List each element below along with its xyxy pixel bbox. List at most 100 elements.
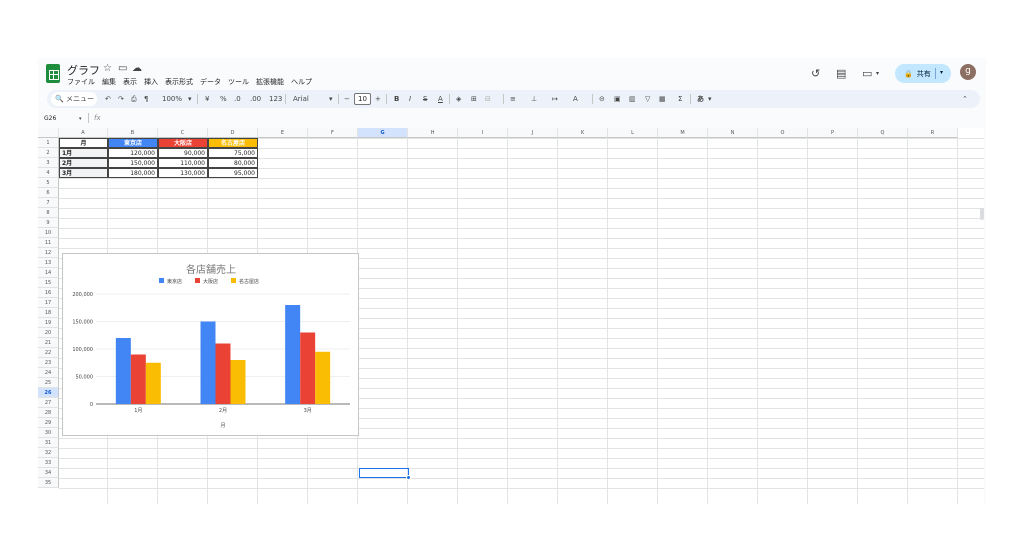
menu-item-3[interactable]: 挿入 [144, 77, 158, 87]
insert-comment-icon[interactable]: ▣ [614, 94, 621, 104]
row-header-35[interactable]: 35 [38, 478, 59, 488]
insert-chart-icon[interactable]: ▥ [629, 94, 636, 104]
print-icon[interactable]: ⎙ [131, 94, 137, 104]
table-value-cell[interactable]: 95,000 [208, 168, 258, 178]
row-header-1[interactable]: 1 [38, 138, 59, 148]
column-header-c[interactable]: C [158, 128, 208, 138]
zoom-dropdown-icon[interactable]: ▾ [188, 94, 192, 104]
avatar[interactable]: g [960, 64, 976, 80]
row-header-13[interactable]: 13 [38, 258, 59, 268]
row-header-22[interactable]: 22 [38, 348, 59, 358]
row-header-9[interactable]: 9 [38, 218, 59, 228]
merge-cells-icon[interactable]: ⊟ [485, 94, 491, 104]
table-month-cell[interactable]: 3月 [59, 168, 108, 178]
row-header-33[interactable]: 33 [38, 458, 59, 468]
row-header-18[interactable]: 18 [38, 308, 59, 318]
functions-button[interactable]: Σ [678, 94, 682, 104]
column-header-f[interactable]: F [308, 128, 358, 138]
row-header-12[interactable]: 12 [38, 248, 59, 258]
row-header-29[interactable]: 29 [38, 418, 59, 428]
row-header-26[interactable]: 26 [38, 388, 59, 398]
borders-icon[interactable]: ⊞ [471, 94, 477, 104]
column-header-i[interactable]: I [458, 128, 508, 138]
row-header-30[interactable]: 30 [38, 428, 59, 438]
menu-item-5[interactable]: データ [200, 77, 221, 87]
column-header-a[interactable]: A [59, 128, 108, 138]
column-header-k[interactable]: K [558, 128, 608, 138]
table-header-cell[interactable]: 大阪店 [158, 138, 208, 148]
text-rotate-icon[interactable]: A [573, 94, 578, 104]
select-all-corner[interactable] [38, 128, 59, 138]
cloud-status-icon[interactable]: ☁ [132, 63, 142, 74]
sheets-logo-icon[interactable] [46, 64, 60, 83]
row-header-6[interactable]: 6 [38, 188, 59, 198]
table-header-cell[interactable]: 東京店 [108, 138, 158, 148]
star-icon[interactable]: ☆ [103, 63, 112, 74]
selected-cell[interactable] [359, 468, 409, 478]
row-header-17[interactable]: 17 [38, 298, 59, 308]
table-value-cell[interactable]: 75,000 [208, 148, 258, 158]
strikethrough-button[interactable]: S [423, 94, 427, 104]
row-header-7[interactable]: 7 [38, 198, 59, 208]
text-color-button[interactable]: A [438, 94, 443, 104]
row-header-21[interactable]: 21 [38, 338, 59, 348]
meet-icon[interactable]: ▭ [862, 67, 872, 80]
horizontal-align-icon[interactable]: ≡ [510, 94, 516, 104]
row-header-27[interactable]: 27 [38, 398, 59, 408]
decrease-font-size-icon[interactable]: − [344, 94, 350, 104]
row-header-32[interactable]: 32 [38, 448, 59, 458]
row-header-28[interactable]: 28 [38, 408, 59, 418]
filter-icon[interactable]: ▽ [645, 94, 650, 104]
table-header-cell[interactable]: 月 [59, 138, 108, 148]
meet-dropdown-icon[interactable]: ▾ [876, 70, 879, 77]
menu-item-8[interactable]: ヘルプ [291, 77, 312, 87]
column-header-r[interactable]: R [908, 128, 958, 138]
undo-icon[interactable]: ↶ [105, 94, 111, 104]
text-wrap-icon[interactable]: ↦ [552, 94, 558, 104]
table-value-cell[interactable]: 150,000 [108, 158, 158, 168]
collapse-toolbar-icon[interactable]: ⌃ [962, 94, 968, 104]
table-value-cell[interactable]: 80,000 [208, 158, 258, 168]
fill-handle[interactable] [406, 475, 411, 480]
row-header-15[interactable]: 15 [38, 278, 59, 288]
zoom-select[interactable]: 100% [162, 94, 182, 104]
share-button[interactable]: 🔒 共有 ▾ [895, 64, 951, 83]
font-select[interactable]: Arial [293, 94, 309, 104]
column-header-n[interactable]: N [708, 128, 758, 138]
more-formats-button[interactable]: 123 [269, 94, 282, 104]
currency-format-button[interactable]: ¥ [205, 94, 209, 104]
row-header-34[interactable]: 34 [38, 468, 59, 478]
table-value-cell[interactable]: 130,000 [158, 168, 208, 178]
input-tools-button[interactable]: あ [697, 94, 704, 104]
row-header-16[interactable]: 16 [38, 288, 59, 298]
row-header-24[interactable]: 24 [38, 368, 59, 378]
column-header-h[interactable]: H [408, 128, 458, 138]
vertical-align-icon[interactable]: ⊥ [531, 94, 537, 104]
italic-button[interactable]: I [409, 94, 411, 104]
font-dropdown-icon[interactable]: ▾ [329, 94, 333, 104]
menu-item-7[interactable]: 拡張機能 [256, 77, 284, 87]
increase-font-size-icon[interactable]: + [375, 94, 381, 104]
input-tools-dropdown-icon[interactable]: ▾ [708, 94, 712, 104]
row-header-14[interactable]: 14 [38, 268, 59, 278]
font-size-input[interactable]: 10 [354, 93, 371, 105]
column-header-o[interactable]: O [758, 128, 808, 138]
table-header-cell[interactable]: 名古屋店 [208, 138, 258, 148]
table-value-cell[interactable]: 120,000 [108, 148, 158, 158]
row-header-23[interactable]: 23 [38, 358, 59, 368]
name-box-dropdown-icon[interactable]: ▾ [79, 116, 82, 122]
menu-item-4[interactable]: 表示形式 [165, 77, 193, 87]
decrease-decimal-button[interactable]: .0 [234, 94, 241, 104]
row-header-3[interactable]: 3 [38, 158, 59, 168]
name-box[interactable]: G26 [44, 115, 56, 122]
move-folder-icon[interactable]: ▭ [118, 63, 127, 74]
table-value-cell[interactable]: 90,000 [158, 148, 208, 158]
row-header-10[interactable]: 10 [38, 228, 59, 238]
menu-item-6[interactable]: ツール [228, 77, 249, 87]
row-header-8[interactable]: 8 [38, 208, 59, 218]
column-header-p[interactable]: P [808, 128, 858, 138]
column-header-q[interactable]: Q [858, 128, 908, 138]
column-header-b[interactable]: B [108, 128, 158, 138]
column-header-g[interactable]: G [358, 128, 408, 138]
column-header-m[interactable]: M [658, 128, 708, 138]
